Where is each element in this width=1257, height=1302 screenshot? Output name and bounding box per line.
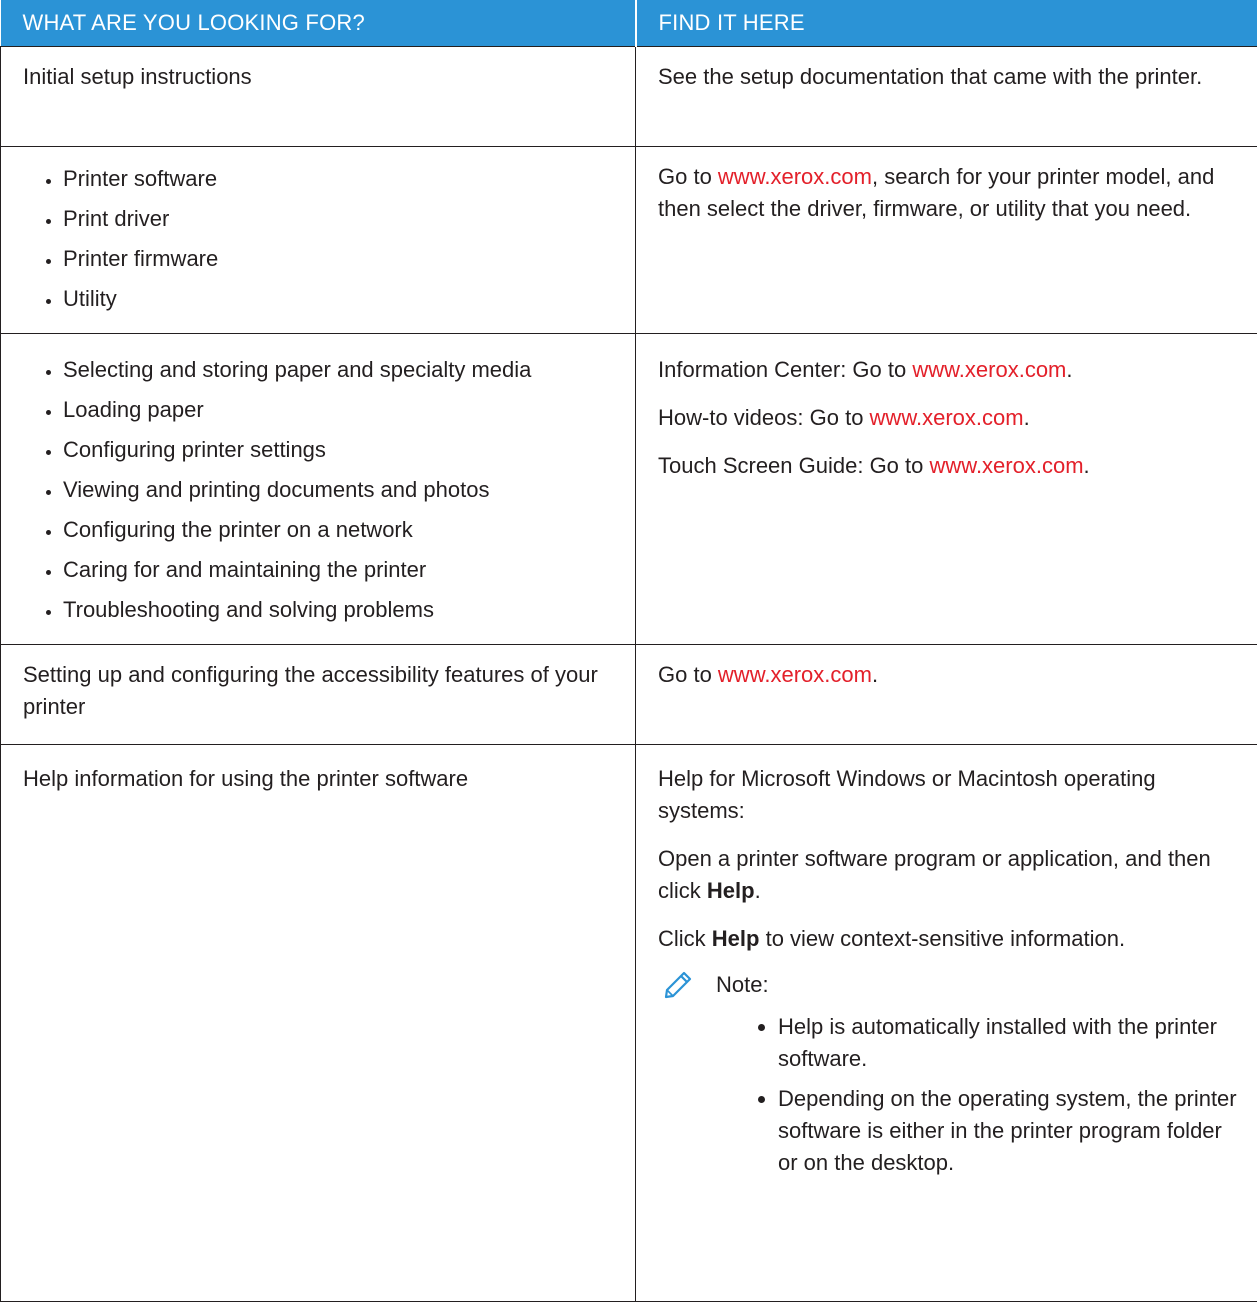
- location-text: See the setup documentation that came wi…: [658, 61, 1239, 93]
- note-heading: Note:: [658, 969, 1239, 1001]
- row-location-cell: Go to www.xerox.com.: [636, 645, 1257, 745]
- help-intro: Help for Microsoft Windows or Macintosh …: [658, 763, 1239, 827]
- info-table: WHAT ARE YOU LOOKING FOR? FIND IT HERE I…: [0, 0, 1257, 1302]
- list-item: Printer firmware: [63, 243, 617, 275]
- row-topic-cell: Printer software Print driver Printer fi…: [1, 147, 636, 334]
- pencil-icon: [662, 969, 694, 1001]
- note-label: Note:: [716, 969, 769, 1001]
- topic-list: Printer software Print driver Printer fi…: [23, 163, 617, 315]
- list-item: Viewing and printing documents and photo…: [63, 474, 617, 506]
- list-item: Utility: [63, 283, 617, 315]
- header-find-it-here: FIND IT HERE: [636, 0, 1257, 47]
- topic-list: Selecting and storing paper and specialt…: [23, 354, 617, 626]
- list-item: Selecting and storing paper and specialt…: [63, 354, 617, 386]
- row-topic-cell: Setting up and configuring the accessibi…: [1, 645, 636, 745]
- location-text: Go to www.xerox.com.: [658, 659, 1239, 691]
- xerox-link[interactable]: www.xerox.com: [870, 405, 1024, 430]
- table-row: Help information for using the printer s…: [1, 745, 1257, 1302]
- location-line: Information Center: Go to www.xerox.com.: [658, 354, 1239, 386]
- topic-text: Help information for using the printer s…: [23, 763, 617, 795]
- table-row: Initial setup instructions See the setup…: [1, 47, 1257, 147]
- location-text: Go to www.xerox.com, search for your pri…: [658, 161, 1239, 225]
- location-line: Touch Screen Guide: Go to www.xerox.com.: [658, 450, 1239, 482]
- row-location-cell: Information Center: Go to www.xerox.com.…: [636, 334, 1257, 645]
- table-row: Printer software Print driver Printer fi…: [1, 147, 1257, 334]
- table-header-row: WHAT ARE YOU LOOKING FOR? FIND IT HERE: [1, 0, 1257, 47]
- help-click-instruction: Click Help to view context-sensitive inf…: [658, 923, 1239, 955]
- xerox-link[interactable]: www.xerox.com: [718, 164, 872, 189]
- list-item: Configuring the printer on a network: [63, 514, 617, 546]
- header-what-looking-for: WHAT ARE YOU LOOKING FOR?: [1, 0, 636, 47]
- row-location-cell: See the setup documentation that came wi…: [636, 47, 1257, 147]
- list-item: Loading paper: [63, 394, 617, 426]
- list-item: Printer software: [63, 163, 617, 195]
- row-location-cell: Help for Microsoft Windows or Macintosh …: [636, 745, 1257, 1302]
- note-item: Depending on the operating system, the p…: [778, 1083, 1239, 1179]
- topic-text: Setting up and configuring the accessibi…: [23, 659, 617, 723]
- help-term: Help: [712, 926, 760, 951]
- help-term: Help: [707, 878, 755, 903]
- row-location-cell: Go to www.xerox.com, search for your pri…: [636, 147, 1257, 334]
- list-item: Configuring printer settings: [63, 434, 617, 466]
- xerox-link[interactable]: www.xerox.com: [912, 357, 1066, 382]
- xerox-link[interactable]: www.xerox.com: [930, 453, 1084, 478]
- row-topic-cell: Selecting and storing paper and specialt…: [1, 334, 636, 645]
- list-item: Troubleshooting and solving problems: [63, 594, 617, 626]
- row-topic-cell: Help information for using the printer s…: [1, 745, 636, 1302]
- note-item: Help is automatically installed with the…: [778, 1011, 1239, 1075]
- note-list: Help is automatically installed with the…: [658, 1011, 1239, 1179]
- xerox-link[interactable]: www.xerox.com: [718, 662, 872, 687]
- table-row: Selecting and storing paper and specialt…: [1, 334, 1257, 645]
- help-open-instruction: Open a printer software program or appli…: [658, 843, 1239, 907]
- list-item: Print driver: [63, 203, 617, 235]
- list-item: Caring for and maintaining the printer: [63, 554, 617, 586]
- location-line: How-to videos: Go to www.xerox.com.: [658, 402, 1239, 434]
- row-topic-cell: Initial setup instructions: [1, 47, 636, 147]
- topic-text: Initial setup instructions: [23, 61, 617, 93]
- table-row: Setting up and configuring the accessibi…: [1, 645, 1257, 745]
